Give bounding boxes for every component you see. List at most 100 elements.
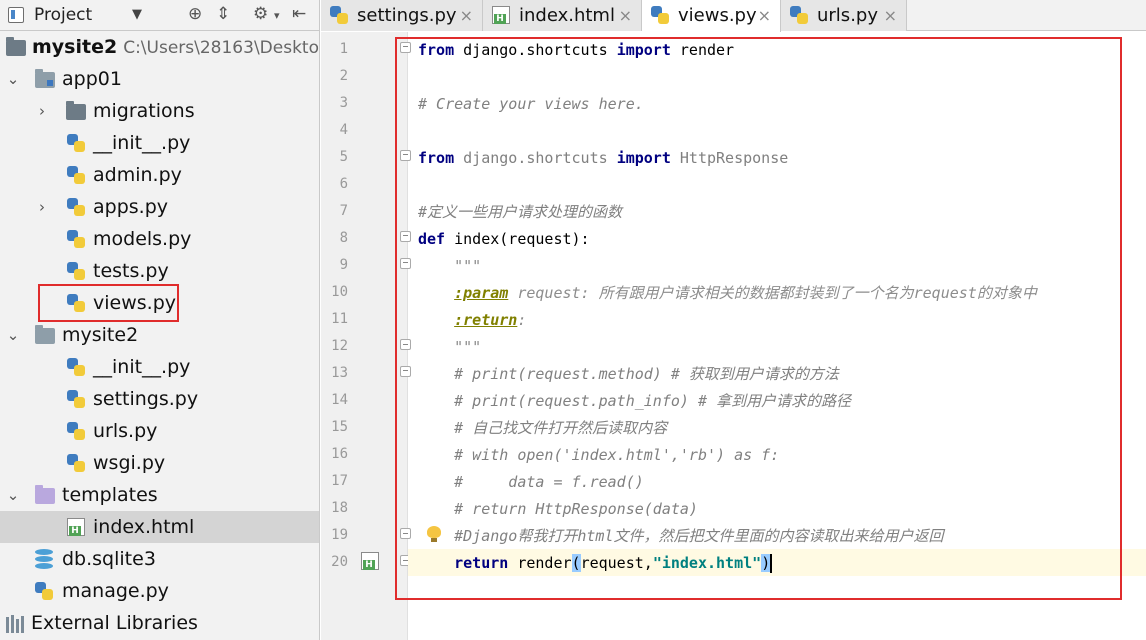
hide-panel-icon[interactable]: ⇤ bbox=[292, 4, 306, 24]
folder-icon bbox=[35, 485, 55, 504]
line-number: 14 bbox=[331, 392, 348, 408]
line-number: 18 bbox=[331, 500, 348, 516]
tree-item-manage-py[interactable]: manage.py bbox=[0, 575, 319, 607]
tree-item-label: db.sqlite3 bbox=[62, 548, 156, 570]
tab-views-py[interactable]: views.py × bbox=[642, 0, 781, 32]
scroll-from-source-icon[interactable]: ⊕ bbox=[188, 4, 202, 24]
python-file-icon bbox=[67, 262, 85, 280]
chevron-down-icon[interactable]: ⌄ bbox=[6, 63, 20, 95]
tree-item-label: External Libraries bbox=[31, 612, 198, 634]
tree-item-label: mysite2 bbox=[32, 36, 118, 58]
tree-item-app01[interactable]: ⌄ app01 bbox=[0, 63, 319, 95]
annotation-highlight-box bbox=[38, 284, 179, 322]
tree-item-label: index.html bbox=[93, 516, 195, 538]
line-number: 8 bbox=[339, 230, 348, 246]
tree-item-label: mysite2 bbox=[62, 324, 139, 346]
tree-item-label: app01 bbox=[62, 68, 122, 90]
tree-item-db-sqlite3[interactable]: db.sqlite3 bbox=[0, 543, 319, 575]
tree-item-label: apps.py bbox=[93, 196, 169, 218]
chevron-down-icon[interactable]: ▼ bbox=[132, 7, 142, 22]
tree-item-init-py[interactable]: __init__.py bbox=[0, 351, 319, 383]
tree-item-label: wsgi.py bbox=[93, 452, 166, 474]
line-number: 15 bbox=[331, 419, 348, 435]
tree-item-label: __init__.py bbox=[93, 132, 191, 154]
line-number: 12 bbox=[331, 338, 348, 354]
folder-icon bbox=[35, 69, 55, 88]
tree-item-migrations[interactable]: › migrations bbox=[0, 95, 319, 127]
project-path-label: C:\Users\28163\Desktop bbox=[123, 38, 320, 58]
close-icon[interactable]: × bbox=[619, 0, 632, 31]
tree-item-admin-py[interactable]: admin.py bbox=[0, 159, 319, 191]
line-number: 19 bbox=[331, 527, 348, 543]
gear-icon[interactable]: ⚙ bbox=[253, 4, 268, 24]
tree-item-mysite2[interactable]: ⌄ mysite2 bbox=[0, 319, 319, 351]
tab-label: settings.py bbox=[357, 5, 457, 26]
python-file-icon bbox=[67, 166, 85, 184]
python-file-icon bbox=[651, 6, 669, 24]
tree-item-templates[interactable]: ⌄ templates bbox=[0, 479, 319, 511]
tab-label: index.html bbox=[519, 5, 615, 26]
chevron-down-icon[interactable]: ⌄ bbox=[6, 319, 20, 351]
project-tool-window: Project ▼ ⊕ ⇕ ⚙ ▾ ⇤ ⌄ mysite2C:\Users\28… bbox=[0, 0, 320, 640]
tab-label: views.py bbox=[678, 5, 757, 26]
line-number: 13 bbox=[331, 365, 348, 381]
tree-item-urls-py[interactable]: urls.py bbox=[0, 415, 319, 447]
gear-dropdown-icon[interactable]: ▾ bbox=[274, 9, 280, 22]
python-file-icon bbox=[67, 198, 85, 216]
tree-item-label: manage.py bbox=[62, 580, 169, 602]
tab-urls-py[interactable]: urls.py × bbox=[781, 0, 907, 31]
line-number: 7 bbox=[339, 203, 348, 219]
html-file-icon bbox=[67, 518, 85, 536]
tree-item-label: templates bbox=[62, 484, 158, 506]
line-number: 9 bbox=[339, 257, 348, 273]
python-file-icon bbox=[67, 134, 85, 152]
tree-item-wsgi-py[interactable]: wsgi.py bbox=[0, 447, 319, 479]
tree-item-external-libraries[interactable]: External Libraries bbox=[0, 607, 319, 639]
tree-item-mysite2-root[interactable]: ⌄ mysite2C:\Users\28163\Desktop bbox=[0, 31, 320, 63]
project-view-selector[interactable]: Project bbox=[34, 5, 92, 25]
python-file-icon bbox=[790, 6, 808, 24]
tree-item-label: models.py bbox=[93, 228, 192, 250]
tree-item-settings-py[interactable]: settings.py bbox=[0, 383, 319, 415]
python-file-icon bbox=[67, 390, 85, 408]
tree-item-init-py[interactable]: __init__.py bbox=[0, 127, 319, 159]
python-file-icon bbox=[67, 454, 85, 472]
tab-label: urls.py bbox=[817, 5, 878, 26]
line-number: 20 bbox=[331, 554, 348, 570]
tree-item-apps-py[interactable]: › apps.py bbox=[0, 191, 319, 223]
folder-icon bbox=[66, 101, 86, 120]
chevron-right-icon[interactable]: › bbox=[35, 191, 49, 223]
python-file-icon bbox=[35, 582, 53, 600]
python-file-icon bbox=[67, 358, 85, 376]
line-number: 1 bbox=[339, 41, 348, 57]
chevron-right-icon[interactable]: › bbox=[35, 95, 49, 127]
tab-index-html[interactable]: index.html × bbox=[483, 0, 642, 31]
library-icon bbox=[6, 615, 28, 633]
tree-item-label: urls.py bbox=[93, 420, 158, 442]
chevron-down-icon[interactable]: ⌄ bbox=[6, 479, 20, 511]
line-number: 5 bbox=[339, 149, 348, 165]
tree-item-index-html[interactable]: index.html bbox=[0, 511, 319, 543]
folder-icon bbox=[6, 37, 26, 56]
folder-icon bbox=[35, 325, 55, 344]
close-icon[interactable]: × bbox=[884, 0, 897, 31]
project-view-icon bbox=[8, 7, 24, 23]
html-file-icon[interactable] bbox=[361, 552, 379, 570]
close-icon[interactable]: × bbox=[460, 0, 473, 31]
python-file-icon bbox=[67, 422, 85, 440]
editor-tab-bar: settings.py × index.html × views.py × ur… bbox=[321, 0, 1146, 32]
tree-item-label: tests.py bbox=[93, 260, 169, 282]
database-icon bbox=[35, 549, 53, 569]
close-icon[interactable]: × bbox=[758, 0, 771, 31]
line-number: 11 bbox=[331, 311, 348, 327]
tab-settings-py[interactable]: settings.py × bbox=[321, 0, 483, 31]
project-panel-header: Project ▼ ⊕ ⇕ ⚙ ▾ ⇤ bbox=[0, 0, 319, 31]
line-number: 2 bbox=[339, 68, 348, 84]
tree-item-models-py[interactable]: models.py bbox=[0, 223, 319, 255]
tree-item-label: migrations bbox=[93, 100, 195, 122]
code-editor[interactable]: 1234567891011121314151617181920 from dja… bbox=[321, 32, 1146, 640]
tree-item-tests-py[interactable]: tests.py bbox=[0, 255, 319, 287]
tree-item-label: admin.py bbox=[93, 164, 182, 186]
tree-item-label: settings.py bbox=[93, 388, 199, 410]
collapse-all-icon[interactable]: ⇕ bbox=[216, 4, 230, 24]
